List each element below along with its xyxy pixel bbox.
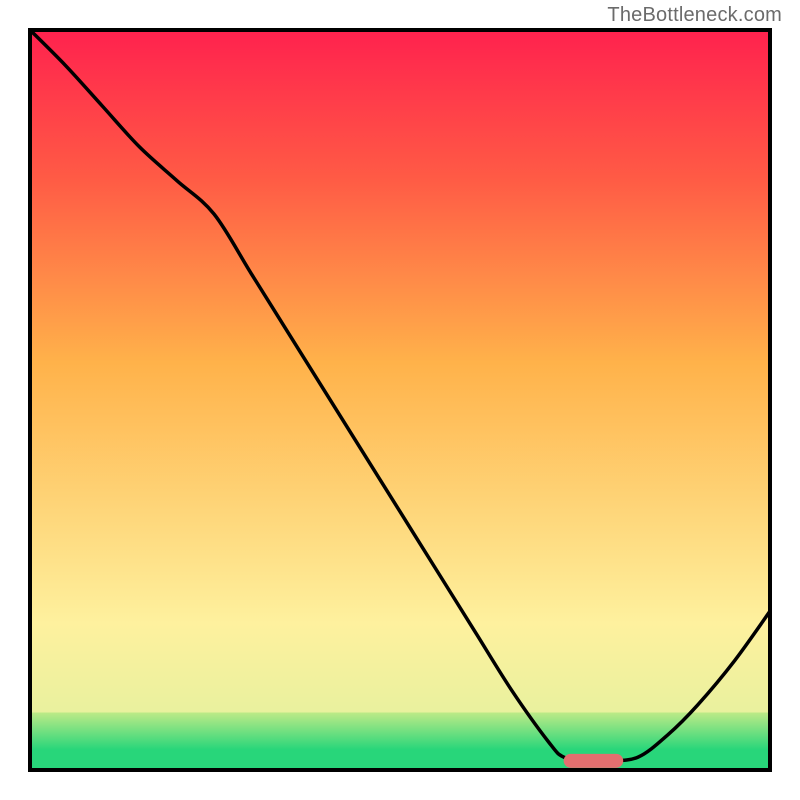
chart-optimal-marker — [564, 754, 624, 768]
chart-plot-area — [28, 28, 772, 772]
watermark-text: TheBottleneck.com — [607, 4, 782, 27]
chart-svg — [28, 28, 772, 772]
chart-background-gradient — [28, 28, 772, 772]
